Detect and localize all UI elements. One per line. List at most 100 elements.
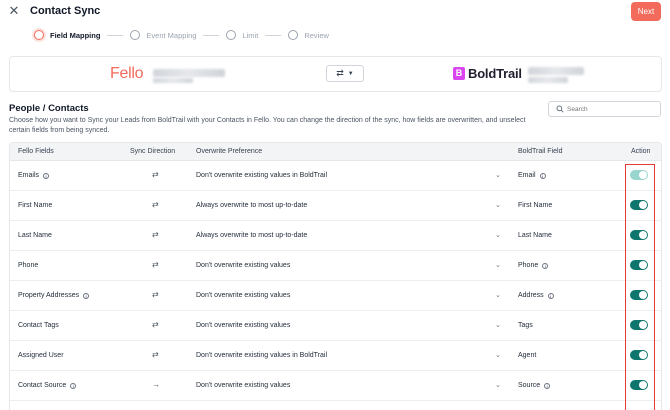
next-button[interactable]: Next	[631, 2, 661, 21]
redacted-account	[528, 67, 584, 75]
boldtrail-field-cell: Source i	[518, 382, 551, 389]
fello-field-label: Contact Tags	[18, 322, 59, 329]
overwrite-preference-value: Always overwrite to most up-to-date	[196, 202, 308, 209]
search-box[interactable]	[548, 101, 661, 117]
swap-arrows-icon: ⇄	[336, 68, 344, 78]
table-row: Emails i ⇄ Don't overwrite existing valu…	[10, 161, 661, 191]
overwrite-preference-select[interactable]: Don't overwrite existing values	[196, 292, 290, 299]
boldtrail-field-label: Address	[518, 292, 544, 299]
fello-field-cell: Property Addresses i	[18, 292, 90, 299]
step-dot-icon	[34, 30, 44, 40]
chevron-down-icon[interactable]: ⌄	[495, 321, 501, 329]
sync-direction-dropdown[interactable]: ⇄ ▼	[326, 65, 364, 82]
column-header-preference: Overwrite Preference	[196, 148, 263, 155]
table-row: Contact Tags ⇄ Don't overwrite existing …	[10, 311, 661, 341]
step-connector	[107, 34, 124, 36]
sync-direction-icon[interactable]: ⇄	[152, 320, 159, 329]
overwrite-preference-select[interactable]: Always overwrite to most up-to-date	[196, 202, 307, 209]
chevron-down-icon[interactable]: ⌄	[495, 381, 501, 389]
redacted-account	[153, 78, 193, 83]
chevron-down-icon: ▼	[347, 70, 354, 77]
boldtrail-field-label: Phone	[518, 262, 539, 269]
chevron-down-icon[interactable]: ⌄	[495, 231, 501, 239]
fello-field-cell: Emails i	[18, 172, 50, 179]
sync-direction-icon[interactable]: →	[152, 380, 160, 389]
fello-field-cell: Phone	[18, 262, 38, 269]
sync-direction-icon[interactable]: ⇄	[152, 350, 159, 359]
overwrite-preference-value: Don't overwrite existing values in BoldT…	[196, 352, 328, 359]
close-icon[interactable]: ✕	[8, 4, 20, 18]
boldtrail-field-cell: First Name	[518, 202, 552, 209]
step-dot-icon	[226, 30, 237, 40]
fello-field-label: Phone	[18, 262, 39, 269]
step-limit[interactable]: Limit	[226, 30, 258, 40]
fello-field-label: Last Name	[18, 232, 52, 239]
table-row: Assigned User ⇄ Don't overwrite existing…	[10, 341, 661, 371]
boldtrail-wordmark: BoldTrail	[468, 66, 522, 81]
overwrite-preference-select[interactable]: Don't overwrite existing values in BoldT…	[196, 352, 327, 359]
search-input[interactable]	[567, 103, 657, 115]
chevron-down-icon[interactable]: ⌄	[495, 291, 501, 299]
boldtrail-field-cell: Address i	[518, 292, 554, 299]
overwrite-preference-value: Always overwrite to most up-to-date	[196, 232, 308, 239]
column-header-action: Action	[631, 148, 651, 155]
step-dot-icon	[288, 30, 299, 40]
fello-field-cell: Contact Source i	[18, 382, 77, 389]
table-row: Contact Source i → Don't overwrite exist…	[10, 371, 661, 401]
info-icon[interactable]: i	[547, 292, 554, 299]
info-icon[interactable]: i	[539, 172, 546, 179]
boldtrail-field-label: Agent	[518, 352, 537, 359]
column-header-fello: Fello Fields	[18, 148, 54, 155]
sync-direction-icon[interactable]: ⇄	[152, 230, 159, 239]
boldtrail-logo: B BoldTrail	[453, 66, 522, 81]
boldtrail-field-label: Source	[518, 382, 541, 389]
table-row: First Name ⇄ Always overwrite to most up…	[10, 191, 661, 221]
overwrite-preference-value: Don't overwrite existing values	[196, 382, 291, 389]
table-row: Last Name ⇄ Always overwrite to most up-…	[10, 221, 661, 251]
step-event-mapping[interactable]: Event Mapping	[130, 30, 196, 40]
chevron-down-icon[interactable]: ⌄	[495, 171, 501, 179]
info-icon[interactable]: i	[544, 382, 551, 389]
boldtrail-field-cell: Email i	[518, 172, 546, 179]
chevron-down-icon[interactable]: ⌄	[495, 351, 501, 359]
table-header: Fello Fields Sync Direction Overwrite Pr…	[10, 143, 661, 161]
page-title: Contact Sync	[30, 5, 101, 17]
sync-direction-icon[interactable]: ⇄	[152, 200, 159, 209]
sync-direction-icon[interactable]: ⇄	[152, 260, 159, 269]
top-bar: ✕ Contact Sync Next	[0, 0, 670, 24]
step-field-mapping[interactable]: Field Mapping	[34, 30, 100, 40]
overwrite-preference-value: Don't overwrite existing values	[196, 292, 291, 299]
boldtrail-field-label: First Name	[518, 202, 553, 209]
table-row: Property Addresses i ⇄ Don't overwrite e…	[10, 281, 661, 311]
step-label: Event Mapping	[146, 30, 197, 40]
overwrite-preference-select[interactable]: Always overwrite to most up-to-date	[196, 232, 307, 239]
chevron-down-icon[interactable]: ⌄	[495, 261, 501, 269]
overwrite-preference-value: Don't overwrite existing values	[196, 262, 291, 269]
boldtrail-field-label: Tags	[518, 322, 533, 329]
overwrite-preference-select[interactable]: Don't overwrite existing values in BoldT…	[196, 172, 327, 179]
overwrite-preference-value: Don't overwrite existing values	[196, 322, 291, 329]
sync-direction-icon[interactable]: ⇄	[152, 290, 159, 299]
integration-card: Fello ⇄ ▼ B BoldTrail	[9, 56, 662, 92]
step-connector	[265, 34, 282, 36]
fello-field-label: Assigned User	[18, 352, 64, 359]
info-icon[interactable]: i	[70, 382, 77, 389]
stepper: Field Mapping Event Mapping Limit Review	[34, 28, 329, 42]
fello-field-cell: First Name	[18, 202, 52, 209]
sync-direction-icon[interactable]: ⇄	[152, 170, 159, 179]
overwrite-preference-select[interactable]: Don't overwrite existing values	[196, 322, 290, 329]
step-review[interactable]: Review	[288, 30, 329, 40]
info-icon[interactable]: i	[43, 172, 50, 179]
overwrite-preference-select[interactable]: Don't overwrite existing values	[196, 262, 290, 269]
chevron-down-icon[interactable]: ⌄	[495, 201, 501, 209]
overwrite-preference-select[interactable]: Don't overwrite existing values	[196, 382, 290, 389]
info-icon[interactable]: i	[542, 262, 549, 269]
fello-field-cell: Assigned User	[18, 352, 64, 359]
fello-field-cell: Last Name	[18, 232, 52, 239]
info-icon[interactable]: i	[83, 292, 90, 299]
field-mapping-table: Fello Fields Sync Direction Overwrite Pr…	[9, 142, 662, 410]
fello-field-label: Contact Source	[18, 382, 67, 389]
step-connector	[203, 34, 220, 36]
boldtrail-field-cell: Agent	[518, 352, 536, 359]
boldtrail-field-label: Last Name	[518, 232, 552, 239]
